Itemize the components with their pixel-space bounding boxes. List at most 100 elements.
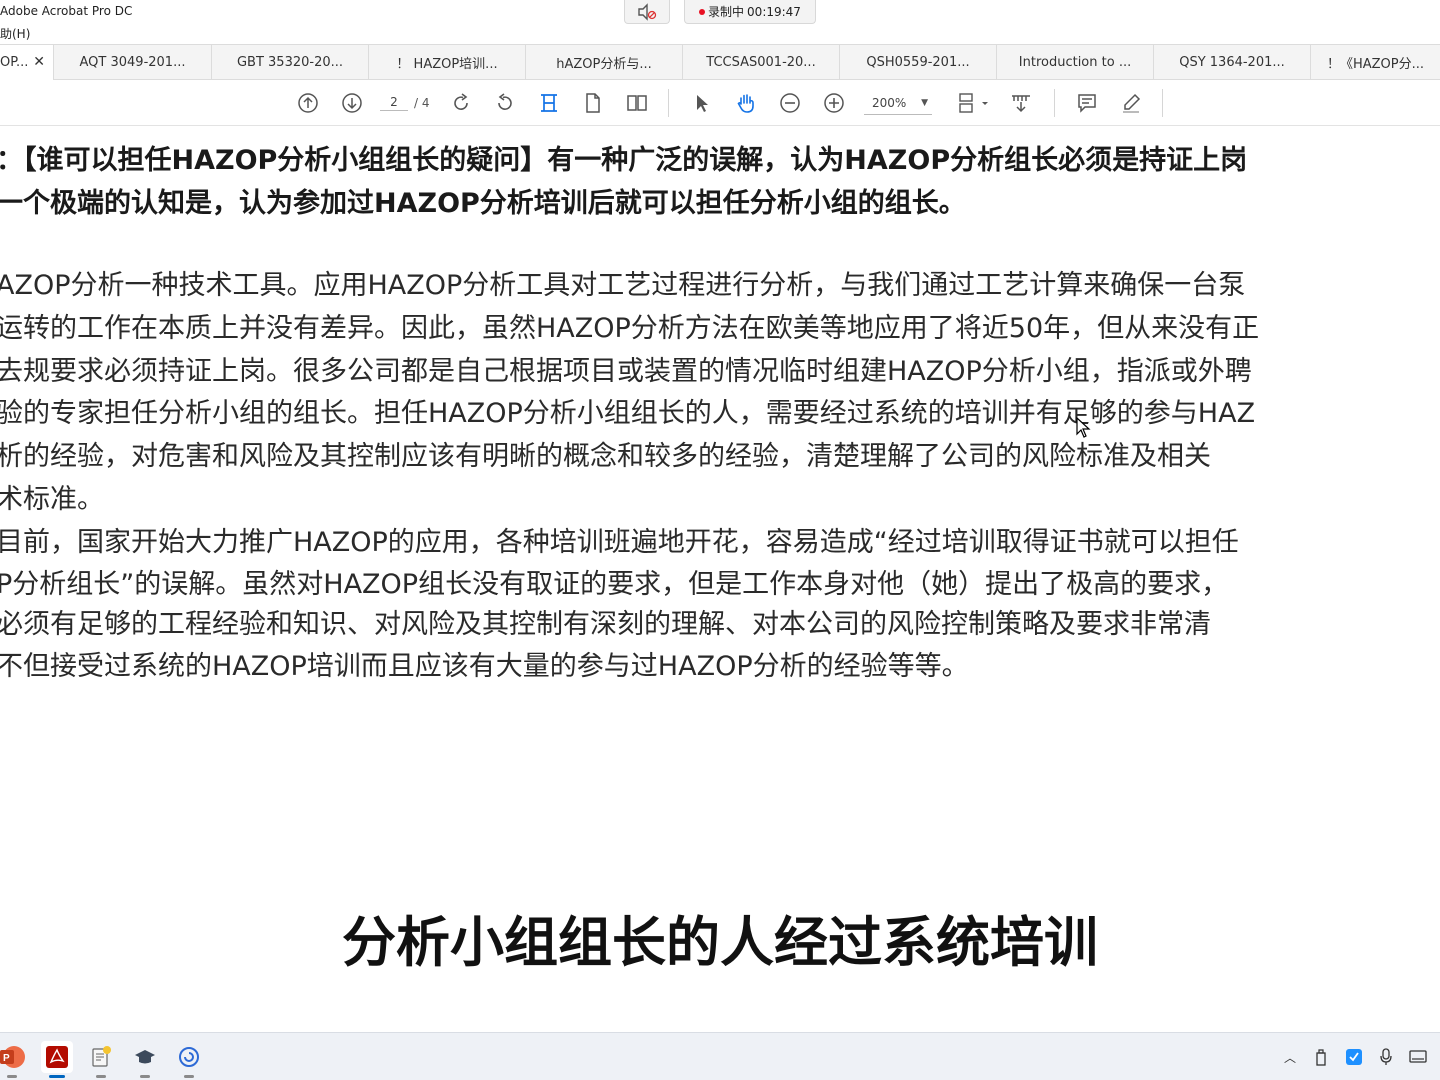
paragraph-line: 验的专家担任分析小组的组长。担任HAZOP分析小组组长的人，需要经过系统的培训并… <box>0 398 1256 429</box>
comment-icon <box>1078 94 1096 113</box>
tab-tccsas[interactable]: TCCSAS001-20... <box>683 45 840 80</box>
tab-introduction[interactable]: Introduction to ... <box>997 45 1154 80</box>
rotate-cw-icon <box>454 93 468 110</box>
running-indicator <box>7 1075 17 1078</box>
tray-usb[interactable] <box>1311 1047 1331 1067</box>
app-title: Adobe Acrobat Pro DC <box>0 4 133 18</box>
hand-icon <box>737 94 754 113</box>
arrow-up-circle-icon <box>298 93 318 113</box>
tray-display[interactable] <box>1408 1047 1428 1067</box>
tab-aqt[interactable]: AQT 3049-201... <box>54 45 212 80</box>
acrobat-icon <box>46 1046 68 1068</box>
tab-qsh[interactable]: QSH0559-201... <box>840 45 997 80</box>
paragraph-line: 目前，国家开始大力推广HAZOP的应用，各种培训班遍地开花，容易造成“经过培训取… <box>0 527 1239 558</box>
svg-text:P: P <box>3 1053 10 1064</box>
running-indicator <box>96 1075 106 1078</box>
taskbar-notes[interactable] <box>85 1041 117 1078</box>
page-navigator: 2 / 4 <box>380 91 436 115</box>
toolbar-divider <box>1054 89 1055 117</box>
tab-label: Introduction to ... <box>1018 55 1132 70</box>
running-indicator <box>140 1075 150 1078</box>
tab-label: ！《HAZOP分... <box>1326 57 1425 72</box>
zoom-out-button[interactable] <box>778 91 802 115</box>
previous-page-button[interactable] <box>296 91 320 115</box>
paragraph-line: ：【谁可以担任HAZOP分析小组组长的疑问】有一种广泛的误解，认为HAZOP分析… <box>0 145 1248 176</box>
tab-label: OP... <box>0 55 29 70</box>
menu-help[interactable]: 助(H) <box>0 25 30 42</box>
mute-button[interactable] <box>624 0 670 24</box>
rotate-clockwise-button[interactable] <box>449 91 473 115</box>
highlight-button[interactable] <box>1119 91 1143 115</box>
comment-button[interactable] <box>1075 91 1099 115</box>
hand-tool-button[interactable] <box>734 91 758 115</box>
tab-label: TCCSAS001-20... <box>706 55 816 70</box>
arrow-down-circle-icon <box>342 93 362 113</box>
tab-label: QSY 1364-201... <box>1179 55 1285 70</box>
zoom-value: 200% <box>872 95 907 110</box>
tab-label: GBT 35320-20... <box>236 55 344 70</box>
tab-hazop-book[interactable]: ！《HAZOP分... <box>1311 45 1440 80</box>
paragraph-line: 必须有足够的工程经验和知识、对风险及其控制有深刻的理解、对本公司的风险控制策略及… <box>0 609 1211 640</box>
tab-label: AQT 3049-201... <box>79 55 186 70</box>
record-dot-icon <box>699 8 706 15</box>
paragraph-line: AZOP分析一种技术工具。应用HAZOP分析工具对工艺过程进行分析，与我们通过工… <box>0 270 1246 301</box>
rotate-ccw-icon <box>498 93 512 110</box>
highlighter-icon <box>1123 93 1141 113</box>
fit-width-button[interactable] <box>537 91 561 115</box>
close-icon[interactable]: ✕ <box>33 54 45 70</box>
mouse-cursor-icon <box>1076 417 1091 438</box>
toolbar-divider <box>668 89 669 117</box>
zoom-in-button[interactable] <box>822 91 846 115</box>
single-page-button[interactable] <box>581 91 605 115</box>
taskbar-powerpoint[interactable]: P <box>0 1041 28 1078</box>
recording-timer: 00:19:47 <box>747 4 801 19</box>
taskbar-acrobat[interactable] <box>41 1041 73 1078</box>
recording-indicator[interactable]: 录制中 00:19:47 <box>684 0 816 24</box>
zoom-out-icon <box>780 93 800 113</box>
fit-width-icon <box>541 94 557 112</box>
tab-label: hAZOP分析与... <box>556 57 652 72</box>
running-indicator <box>184 1075 194 1078</box>
tab-qsy[interactable]: QSY 1364-201... <box>1154 45 1311 80</box>
scroll-mode-button[interactable] <box>1009 91 1033 115</box>
notes-icon <box>92 1046 111 1067</box>
toolbar-divider <box>1162 89 1163 117</box>
tab-active[interactable]: OP... ✕ <box>0 45 54 80</box>
zoom-select[interactable]: 200% ▼ <box>864 91 932 115</box>
document-view[interactable]: ：【谁可以担任HAZOP分析小组组长的疑问】有一种广泛的误解，认为HAZOP分析… <box>0 126 1440 1032</box>
taskbar: P ︿ <box>0 1032 1440 1080</box>
display-icon <box>1409 1050 1427 1063</box>
toolbar: 2 / 4 200% ▼ <box>0 80 1440 126</box>
tab-label: QSH0559-201... <box>866 55 970 70</box>
paragraph-line: 一个极端的认知是，认为参加过HAZOP分析培训后就可以担任分析小组的组长。 <box>0 188 966 219</box>
select-tool-button[interactable] <box>690 91 714 115</box>
paragraph-line: P分析组长”的误解。虽然对HAZOP组长没有取证的要求，但是工作本身对他（她）提… <box>0 569 1229 600</box>
tab-gbt[interactable]: GBT 35320-20... <box>212 45 369 80</box>
chevron-up-icon: ︿ <box>1283 1050 1296 1065</box>
paragraph-line: 不但接受过系统的HAZOP培训而且应该有大量的参与过HAZOP分析的经验等等。 <box>0 651 969 682</box>
single-page-icon <box>586 93 600 113</box>
paragraph-line: 去规要求必须持证上岗。很多公司都是自己根据项目或装置的情况临时组建HAZOP分析… <box>0 356 1252 387</box>
speaker-muted-icon <box>638 2 657 21</box>
document-tabs: OP... ✕ AQT 3049-201... GBT 35320-20... … <box>0 44 1440 80</box>
two-page-button[interactable] <box>625 91 649 115</box>
taskbar-graduation[interactable] <box>129 1041 161 1078</box>
tray-app[interactable] <box>1344 1047 1364 1067</box>
page-display-icon <box>959 93 988 113</box>
page-display-button[interactable] <box>956 91 990 115</box>
app-badge-icon <box>1346 1049 1362 1065</box>
active-indicator <box>49 1075 65 1078</box>
graduation-icon <box>135 1050 155 1064</box>
scroll-icon <box>1012 95 1030 113</box>
tray-overflow-button[interactable]: ︿ <box>1280 1047 1300 1067</box>
tray-microphone[interactable] <box>1376 1047 1396 1067</box>
taskbar-browser[interactable] <box>173 1041 205 1078</box>
paragraph-line: 析的经验，对危害和风险及其控制应该有明晰的概念和较多的经验，清楚理解了公司的风险… <box>0 441 1211 472</box>
tab-hazop-analysis[interactable]: hAZOP分析与... <box>526 45 683 80</box>
browser-icon <box>179 1047 199 1067</box>
page-number-input[interactable]: 2 <box>380 95 408 111</box>
next-page-button[interactable] <box>340 91 364 115</box>
zoom-in-icon <box>824 93 844 113</box>
tab-hazop-training[interactable]: ！ HAZOP培训... <box>369 45 526 80</box>
rotate-counterclockwise-button[interactable] <box>493 91 517 115</box>
